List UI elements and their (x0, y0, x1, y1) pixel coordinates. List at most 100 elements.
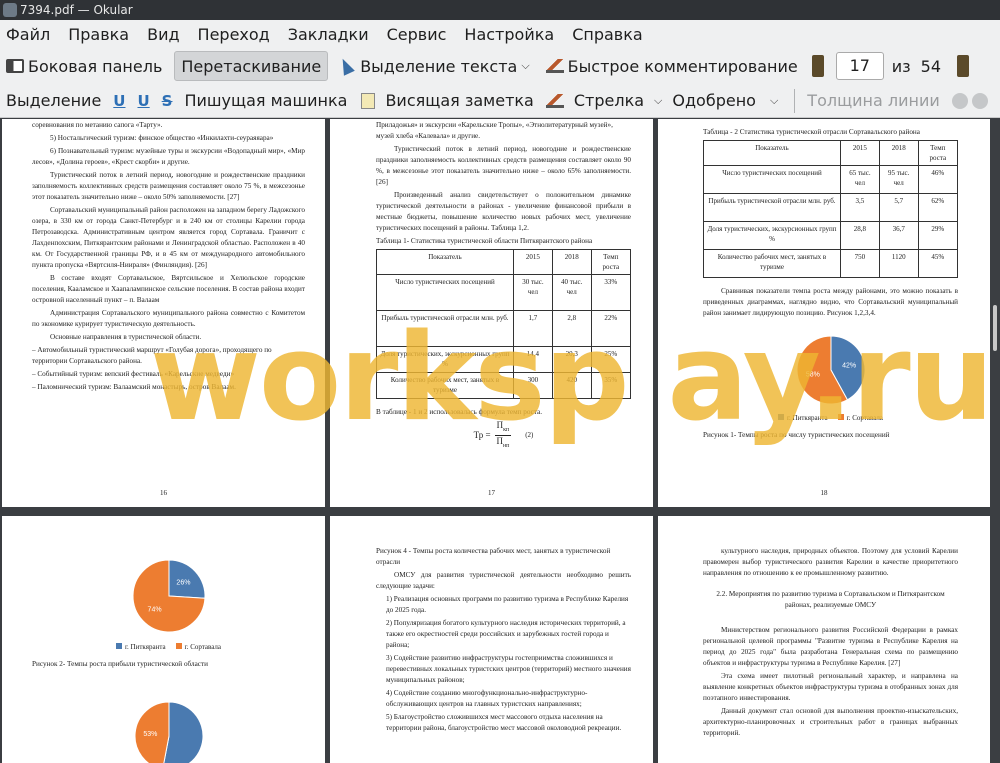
formula-num-sub: кп (503, 426, 510, 433)
table-cell: 750 (839, 249, 880, 278)
palette-icon[interactable] (951, 92, 968, 109)
table-cell: 5,7 (878, 193, 919, 222)
table-cell: 22% (590, 310, 632, 347)
page-number-input[interactable]: 17 (835, 52, 884, 80)
page-number: 17 (488, 489, 495, 497)
table-cell: 1120 (878, 249, 919, 278)
scrollbar-thumb[interactable] (993, 305, 997, 351)
table-cell: Число туристических посещений (703, 165, 841, 194)
sidebar-label: Боковая панель (28, 56, 163, 76)
typewriter-label: Пишущая машинка (184, 91, 348, 110)
legend-item: г. Сортавала (837, 413, 884, 424)
browse-label: Перетаскивание (181, 56, 322, 76)
legend-item: г. Сортавала (175, 642, 221, 653)
popup-note-label: Висящая заметка (385, 91, 534, 110)
formula-ref: (2) (525, 430, 534, 439)
page-20: Рисунок 4 - Темпы роста количества рабоч… (330, 516, 653, 763)
page-line: Произведенный анализ свидетельствует о п… (376, 191, 631, 232)
legend-item: г. Питкяранта (777, 413, 828, 424)
figure-caption: Рисунок 4 - Темпы роста количества рабоч… (376, 547, 611, 566)
table-header: 2015 (839, 140, 880, 166)
table-cell: 62% (917, 193, 959, 222)
browse-tool-button[interactable]: Перетаскивание (174, 51, 329, 81)
page-of-label: из (891, 56, 911, 76)
highlight-tool[interactable]: Выделение (0, 86, 107, 116)
formula: Тр = Пкп Пнп (2) (376, 420, 631, 451)
popup-note-tool[interactable]: Висящая заметка (379, 86, 539, 116)
underline-icon[interactable]: U (113, 92, 125, 110)
previous-page-icon[interactable] (811, 55, 824, 77)
page-number: 16 (160, 489, 167, 497)
menu-tools[interactable]: Сервис (387, 25, 447, 44)
quick-annotate-button[interactable]: Быстрое комментирование (540, 51, 804, 81)
okular-app-icon (3, 3, 17, 17)
arrow-brush-icon[interactable] (545, 93, 564, 108)
text-select-label: Выделение текста (360, 56, 518, 76)
table-cell: 29% (917, 221, 959, 250)
table-cell: 2,8 (551, 310, 592, 347)
page-text: культурного наследия, природных объектов… (703, 547, 958, 577)
menu-bookmarks[interactable]: Закладки (288, 25, 369, 44)
table-header: 2018 (878, 140, 919, 166)
chevron-down-icon[interactable]: ⌵ (770, 94, 778, 108)
page-total: 54 (920, 56, 942, 76)
table-header: Темп роста (917, 140, 959, 166)
menu-file[interactable]: Файл (6, 25, 50, 44)
page-line: Основные направления в туристической обл… (50, 333, 202, 341)
menu-help[interactable]: Справка (572, 25, 643, 44)
menu-edit[interactable]: Правка (68, 25, 129, 44)
page-line: – Автомобильный туристический маршрут «Г… (32, 346, 272, 365)
chevron-down-icon[interactable]: ⌵ (654, 94, 662, 108)
page-line: 6) Познавательный туризм: музейные туры … (32, 147, 305, 166)
page-19: 26% 74% г. Питкяранта г. Сортавала Рисуно… (2, 516, 325, 763)
page-text: Министерством регионального развития Рос… (703, 626, 958, 667)
menu-settings[interactable]: Настройка (464, 25, 554, 44)
opacity-icon[interactable] (971, 92, 988, 109)
legend-label: г. Сортавала (846, 414, 884, 422)
brush-icon (545, 59, 564, 73)
pie-data-label: 42% (842, 362, 856, 369)
menu-bar: Файл Правка Вид Переход Закладки Сервис … (0, 20, 1000, 48)
page-text: Эта схема имеет пилотный региональный ха… (703, 672, 958, 702)
next-page-icon[interactable] (957, 55, 970, 77)
strikeout-icon[interactable]: S (162, 92, 173, 110)
page-line: – Паломнический туризм: Валаамский монас… (32, 383, 236, 391)
pie-chart-visits: 42% 58% (796, 335, 865, 405)
vertical-scrollbar[interactable] (990, 119, 1000, 763)
table-cell: 25% (590, 346, 632, 373)
note-icon[interactable] (361, 92, 376, 109)
legend-label: г. Питкяранта (124, 643, 166, 651)
stamp-tool[interactable]: Одобрено ⌵ (666, 86, 788, 116)
quick-annotate-label: Быстрое комментирование (567, 56, 798, 76)
chevron-down-icon[interactable]: ⌵ (521, 59, 529, 73)
table-cell: Количество рабочих мест, занятых в туриз… (376, 372, 514, 399)
legend-swatch (175, 643, 182, 649)
arrow-tool[interactable]: Стрелка (568, 86, 650, 116)
table-cell: Доля туристических, экскурсионных групп … (703, 221, 841, 250)
squiggle-underline-icon[interactable]: U (137, 92, 149, 110)
typewriter-tool[interactable]: Пишущая машинка (178, 86, 353, 116)
pie-data-label: 58% (805, 372, 819, 379)
line-width-tool[interactable]: Толщина линии (801, 86, 946, 116)
table-cell: 300 (512, 372, 553, 399)
page-line: Администрация Сортавальского муниципальн… (32, 309, 305, 328)
sidebar-button[interactable]: Боковая панель (0, 51, 168, 81)
legend-item: г. Питкяранта (115, 642, 166, 653)
figure-caption: Рисунок 2- Темпы роста прибыли туристиче… (32, 660, 208, 668)
formula-den-sub: нп (502, 442, 510, 449)
menu-go[interactable]: Переход (198, 25, 270, 44)
table-header: Показатель (376, 249, 514, 275)
page-17: – Познавательный туризм: музейные туры «… (330, 119, 653, 507)
page-text: Сравнивая показатели темпа роста между р… (703, 287, 958, 317)
table-cell: 65 тыс. чел (839, 165, 880, 194)
page-line: Туристический поток в летний период, нов… (32, 171, 305, 201)
menu-view[interactable]: Вид (147, 25, 179, 44)
document-view[interactable]: ралли «Белые ночи», сплав - рафтинг «Три… (0, 119, 1000, 763)
table-header: 2018 (551, 249, 592, 275)
page-text: ОМСУ для развития туристической деятельн… (376, 571, 631, 590)
text-select-button[interactable]: Выделение текста ⌵ (334, 51, 539, 81)
section-heading: 2.2. Мероприятия по развитию туризма в С… (716, 590, 945, 609)
window-title: 7394.pdf — Okular (20, 3, 133, 17)
formula-denominator: Пнп (496, 436, 509, 451)
table-cell: Прибыль туристической отрасли млн. руб. (376, 310, 514, 347)
